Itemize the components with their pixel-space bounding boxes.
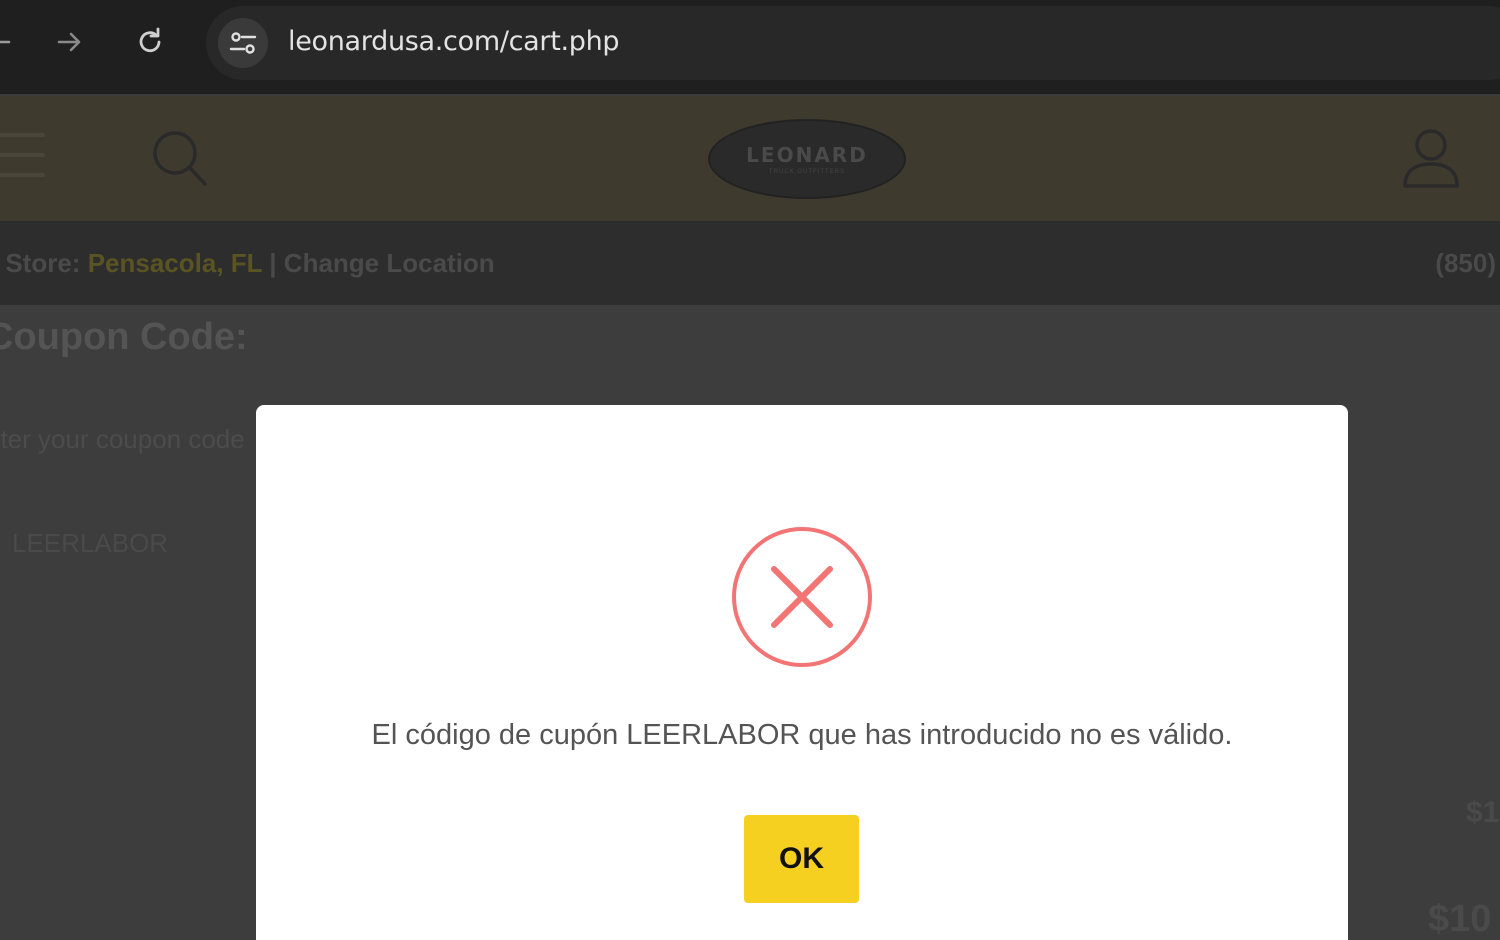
cart-price: $1	[1466, 796, 1500, 829]
arrow-left-icon	[0, 40, 11, 44]
error-dialog: El código de cupón LEERLABOR que has int…	[256, 405, 1348, 940]
dialog-message: El código de cupón LEERLABOR que has int…	[371, 719, 1233, 751]
menu-icon	[0, 133, 45, 183]
site-logo: LEONARD TRUCK OUTFITTERS	[708, 119, 906, 199]
ok-button[interactable]: OK	[744, 815, 859, 903]
address-bar[interactable]: leonardusa.com/cart.php	[206, 6, 1500, 80]
site-info-button[interactable]	[218, 18, 268, 68]
cart-total: $10	[1428, 898, 1492, 940]
store-phone: (850)	[1435, 248, 1496, 278]
store-info: r Store: Pensacola, FL | Change Location	[0, 248, 495, 279]
reload-button[interactable]	[130, 22, 170, 62]
reload-icon	[139, 27, 161, 53]
browser-toolbar: leonardusa.com/cart.php	[0, 0, 1500, 95]
store-city: Pensacola, FL	[87, 248, 263, 278]
change-location-link: Change Location	[283, 248, 495, 278]
coupon-input: LEERLABOR	[12, 528, 169, 558]
store-separator: |	[262, 248, 284, 278]
tune-icon	[229, 32, 257, 54]
coupon-prompt: nter your coupon code	[0, 424, 245, 454]
arrow-right-icon	[57, 32, 81, 52]
search-icon	[153, 131, 207, 186]
forward-button[interactable]	[50, 22, 90, 62]
error-x-icon	[732, 527, 872, 667]
user-icon	[1403, 129, 1459, 188]
logo-subtext: TRUCK OUTFITTERS	[769, 169, 845, 175]
back-button[interactable]	[0, 22, 18, 62]
coupon-title: Coupon Code:	[0, 316, 248, 358]
store-label: r Store:	[0, 248, 81, 278]
url-text[interactable]: leonardusa.com/cart.php	[288, 26, 620, 57]
logo-text: LEONARD	[746, 143, 868, 167]
